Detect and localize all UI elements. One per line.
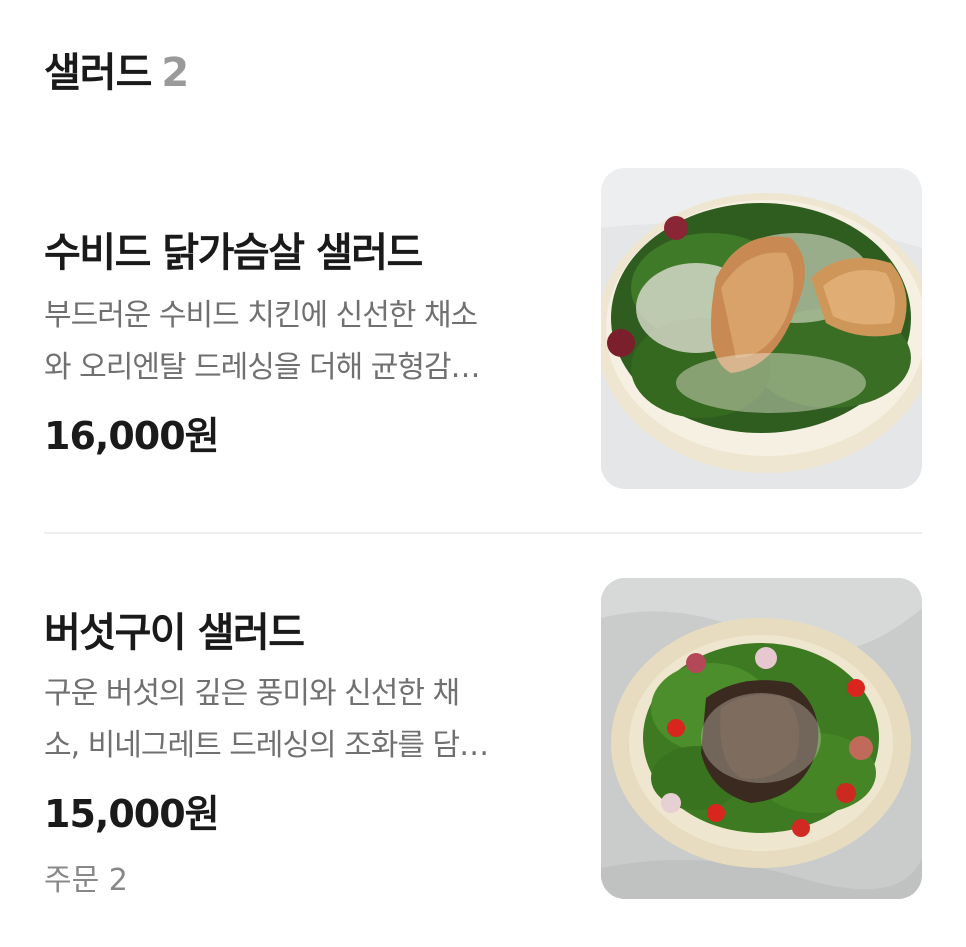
description-line: 소, 비네그레트 드레싱의 조화를 담… <box>44 728 489 763</box>
description-line: 구운 버섯의 깊은 풍미와 신선한 채 <box>44 676 460 711</box>
menu-item-mushroom-salad[interactable]: 버섯구이 샐러드 구운 버섯의 깊은 풍미와 신선한 채 소, 비네그레트 드레… <box>0 0 966 947</box>
order-count: 주문 2 <box>44 863 128 898</box>
mushroom-salad-photo[interactable] <box>601 578 922 899</box>
menu-item-name: 버섯구이 샐러드 <box>44 610 305 656</box>
menu-item-price: 15,000원 <box>44 792 220 836</box>
menu-item-description: 구운 버섯의 깊은 풍미와 신선한 채 소, 비네그레트 드레싱의 조화를 담… <box>44 668 554 772</box>
